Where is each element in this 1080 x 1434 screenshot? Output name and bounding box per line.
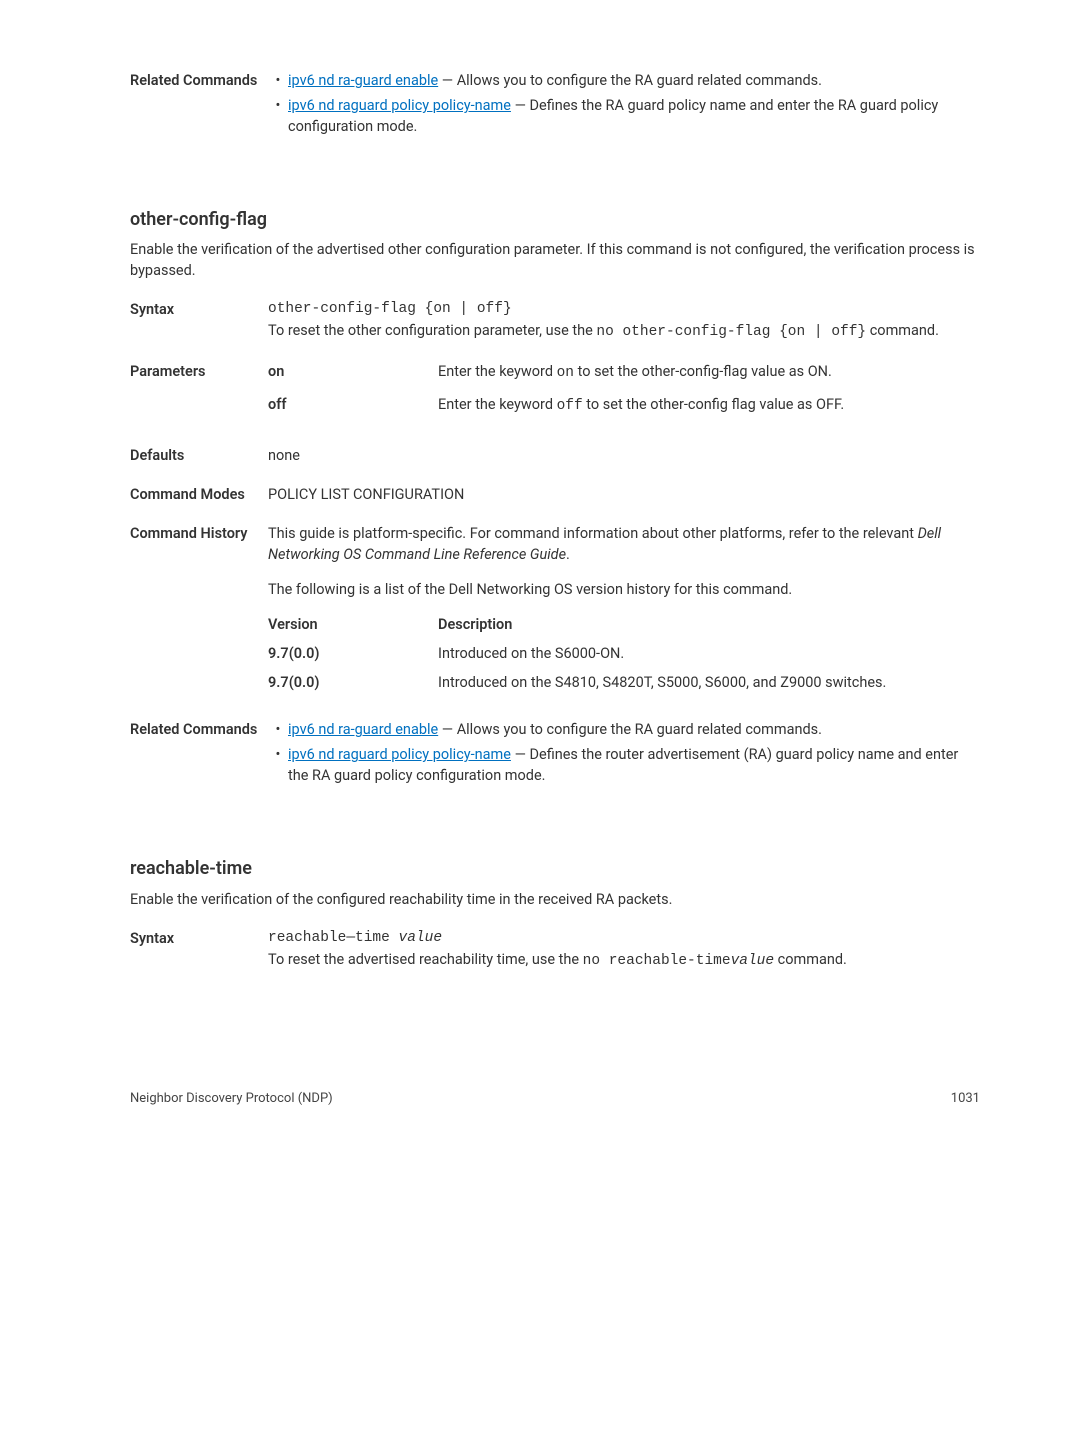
- param-off: off Enter the keyword off to set the oth…: [268, 394, 980, 417]
- defaults-value: none: [268, 445, 980, 466]
- related-commands-label: Related Commands: [130, 70, 268, 141]
- command-modes-row: Command Modes POLICY LIST CONFIGURATION: [130, 484, 980, 505]
- related-commands-s1: Related Commands • ipv6 nd ra-guard enab…: [130, 719, 980, 790]
- section-desc: Enable the verification of the configure…: [130, 889, 980, 910]
- parameters-label: Parameters: [130, 361, 268, 427]
- param-on: on Enter the keyword on to set the other…: [268, 361, 980, 384]
- link-ipv6-raguard-policy[interactable]: ipv6 nd raguard policy policy-name: [288, 746, 511, 763]
- bullet-text: — Allows you to configure the RA guard r…: [438, 72, 822, 89]
- section-heading-reachable-time: reachable-time: [130, 856, 980, 882]
- command-modes-label: Command Modes: [130, 484, 268, 505]
- defaults-label: Defaults: [130, 445, 268, 466]
- footer-page-number: 1031: [951, 1090, 980, 1109]
- section-desc: Enable the verification of the advertise…: [130, 239, 980, 281]
- syntax-command: reachable—time value: [268, 928, 980, 949]
- defaults-row: Defaults none: [130, 445, 980, 466]
- bullet-item: • ipv6 nd raguard policy policy-name — D…: [268, 744, 980, 786]
- bullet-item: • ipv6 nd raguard policy policy-name — D…: [268, 95, 980, 137]
- syntax-reset: To reset the advertised reachability tim…: [268, 949, 980, 972]
- link-ipv6-ra-guard-enable[interactable]: ipv6 nd ra-guard enable: [288, 721, 438, 738]
- history-text-2: The following is a list of the Dell Netw…: [268, 579, 980, 600]
- command-modes-value: POLICY LIST CONFIGURATION: [268, 484, 980, 505]
- bullet-item: • ipv6 nd ra-guard enable — Allows you t…: [268, 70, 980, 91]
- top-related-commands: Related Commands • ipv6 nd ra-guard enab…: [130, 70, 980, 141]
- link-ipv6-raguard-policy[interactable]: ipv6 nd raguard policy policy-name: [288, 97, 511, 114]
- command-history-row: Command History This guide is platform-s…: [130, 523, 980, 701]
- syntax-label: Syntax: [130, 299, 268, 343]
- version-header: Version Description: [268, 614, 980, 635]
- version-row: 9.7(0.0) Introduced on the S6000-ON.: [268, 643, 980, 664]
- parameters-row: Parameters on Enter the keyword on to se…: [130, 361, 980, 427]
- footer-left: Neighbor Discovery Protocol (NDP): [130, 1090, 333, 1109]
- link-ipv6-ra-guard-enable[interactable]: ipv6 nd ra-guard enable: [288, 72, 438, 89]
- history-text-1: This guide is platform-specific. For com…: [268, 523, 980, 565]
- syntax-reset: To reset the other configuration paramet…: [268, 320, 980, 343]
- syntax-label: Syntax: [130, 928, 268, 972]
- command-history-label: Command History: [130, 523, 268, 701]
- syntax-row: Syntax reachable—time value To reset the…: [130, 928, 980, 972]
- page-footer: Neighbor Discovery Protocol (NDP) 1031: [0, 1090, 1080, 1159]
- bullet-text: — Allows you to configure the RA guard r…: [438, 721, 822, 738]
- syntax-row: Syntax other-config-flag {on | off} To r…: [130, 299, 980, 343]
- section-heading-other-config-flag: other-config-flag: [130, 207, 980, 233]
- syntax-command: other-config-flag {on | off}: [268, 299, 980, 320]
- related-commands-label: Related Commands: [130, 719, 268, 790]
- bullet-item: • ipv6 nd ra-guard enable — Allows you t…: [268, 719, 980, 740]
- version-row: 9.7(0.0) Introduced on the S4810, S4820T…: [268, 672, 980, 693]
